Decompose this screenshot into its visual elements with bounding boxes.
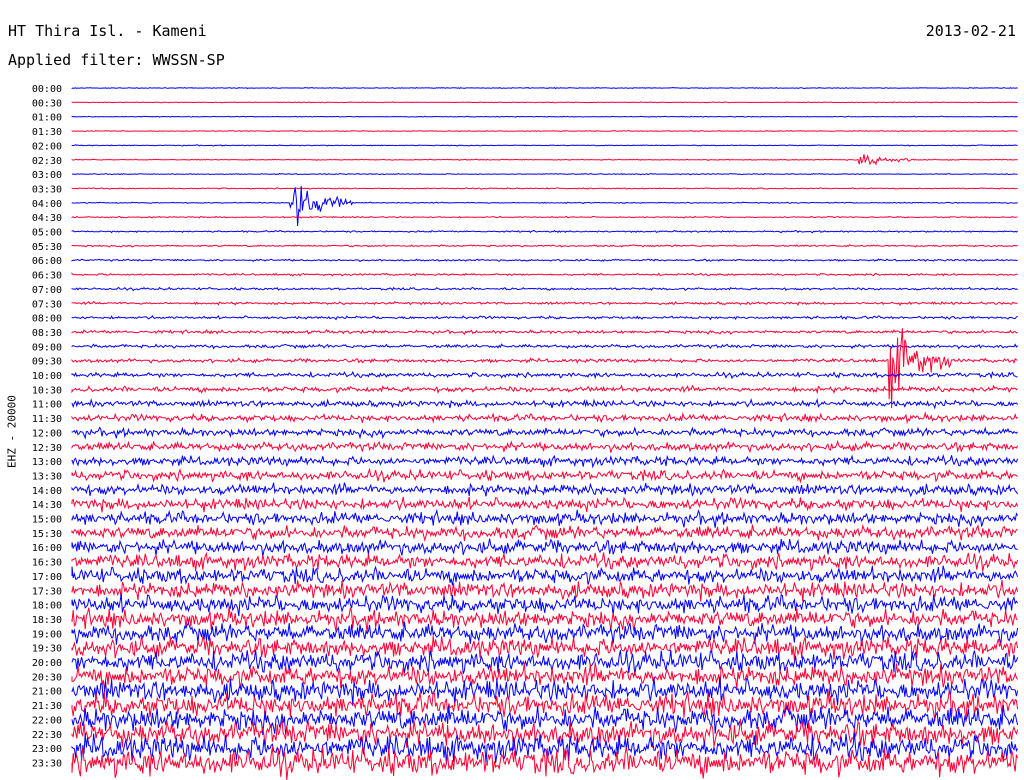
row-label-0830: 08:30	[32, 328, 62, 339]
trace-0330	[71, 187, 1018, 190]
row-label-0130: 01:30	[32, 127, 62, 138]
trace-1000	[71, 370, 1018, 380]
trace-1600	[71, 538, 1018, 557]
trace-1100	[71, 398, 1018, 410]
row-label-2130: 21:30	[32, 701, 62, 712]
row-label-1330: 13:30	[32, 471, 62, 482]
trace-0600	[71, 258, 1018, 263]
trace-2330	[71, 746, 1019, 780]
row-label-0400: 04:00	[32, 199, 62, 210]
row-label-1500: 15:00	[32, 515, 62, 526]
row-label-1530: 15:30	[32, 529, 62, 540]
row-label-1130: 11:30	[32, 414, 62, 425]
trace-0200	[71, 144, 1018, 147]
row-label-0530: 05:30	[32, 242, 62, 253]
row-label-1900: 19:00	[32, 629, 62, 640]
row-label-0300: 03:00	[32, 170, 62, 181]
row-label-0500: 05:00	[32, 228, 62, 239]
trace-1330	[71, 467, 1018, 484]
row-label-0600: 06:00	[32, 256, 62, 267]
trace-0030	[71, 101, 1018, 104]
row-label-1630: 16:30	[32, 558, 62, 569]
row-label-2000: 20:00	[32, 658, 62, 669]
row-label-0930: 09:30	[32, 357, 62, 368]
trace-0900	[71, 343, 1018, 350]
row-label-0230: 02:30	[32, 156, 62, 167]
trace-0100	[71, 115, 1018, 118]
trace-2030	[71, 662, 1019, 690]
trace-1700	[71, 565, 1019, 586]
trace-1630	[71, 551, 1019, 572]
trace-1230	[71, 439, 1019, 454]
row-label-0000: 00:00	[32, 84, 62, 95]
trace-0300	[72, 172, 1018, 176]
row-label-1200: 12:00	[32, 428, 62, 439]
trace-0700	[71, 286, 1018, 292]
trace-0500	[71, 229, 1018, 234]
row-label-1230: 12:30	[32, 443, 62, 454]
row-label-0800: 08:00	[32, 314, 62, 325]
row-label-1930: 19:30	[32, 644, 62, 655]
row-label-2100: 21:00	[32, 687, 62, 698]
row-label-2330: 23:30	[32, 758, 62, 769]
trace-1530	[71, 524, 1018, 543]
row-label-0200: 02:00	[32, 141, 62, 152]
trace-1900	[71, 621, 1019, 647]
row-label-2230: 22:30	[32, 730, 62, 741]
row-label-1600: 16:00	[32, 543, 62, 554]
trace-1130	[71, 411, 1018, 425]
trace-1400	[71, 482, 1019, 498]
row-label-1730: 17:30	[32, 586, 62, 597]
trace-1430	[71, 496, 1019, 513]
trace-0730	[71, 300, 1018, 307]
trace-0630	[71, 272, 1018, 277]
row-label-1800: 18:00	[32, 601, 62, 612]
row-label-1100: 11:00	[32, 400, 62, 411]
row-label-1700: 17:00	[32, 572, 62, 583]
row-label-2200: 22:00	[32, 715, 62, 726]
row-label-1300: 13:00	[32, 457, 62, 468]
row-label-0430: 04:30	[32, 213, 62, 224]
row-label-0900: 09:00	[32, 342, 62, 353]
trace-0000	[71, 86, 1018, 90]
row-label-1830: 18:30	[32, 615, 62, 626]
trace-0230	[71, 154, 1018, 166]
trace-0130	[71, 130, 1018, 133]
row-label-2030: 20:30	[32, 672, 62, 683]
row-label-1430: 14:30	[32, 500, 62, 511]
trace-1030	[71, 384, 1018, 395]
row-label-0630: 06:30	[32, 271, 62, 282]
trace-1200	[71, 426, 1018, 440]
trace-0800	[71, 315, 1018, 321]
row-label-1030: 10:30	[32, 385, 62, 396]
row-label-0030: 00:30	[32, 98, 62, 109]
row-label-2300: 23:00	[32, 744, 62, 755]
trace-0400	[71, 185, 1018, 227]
trace-1300	[71, 453, 1019, 469]
trace-0530	[71, 244, 1018, 248]
trace-0830	[71, 328, 1018, 336]
row-label-0730: 07:30	[32, 299, 62, 310]
row-label-1000: 10:00	[32, 371, 62, 382]
trace-0430	[71, 215, 1018, 219]
row-label-1400: 14:00	[32, 486, 62, 497]
row-label-0700: 07:00	[32, 285, 62, 296]
trace-0930	[71, 328, 1018, 409]
row-label-0100: 01:00	[32, 113, 62, 124]
trace-1500	[71, 508, 1019, 528]
row-label-0330: 03:30	[32, 184, 62, 195]
helicorder-plot: 00:00 00:30 01:00 01:30 02:00 02:30 03:00 03:30…	[32, 84, 1019, 780]
trace-1800	[71, 593, 1019, 617]
